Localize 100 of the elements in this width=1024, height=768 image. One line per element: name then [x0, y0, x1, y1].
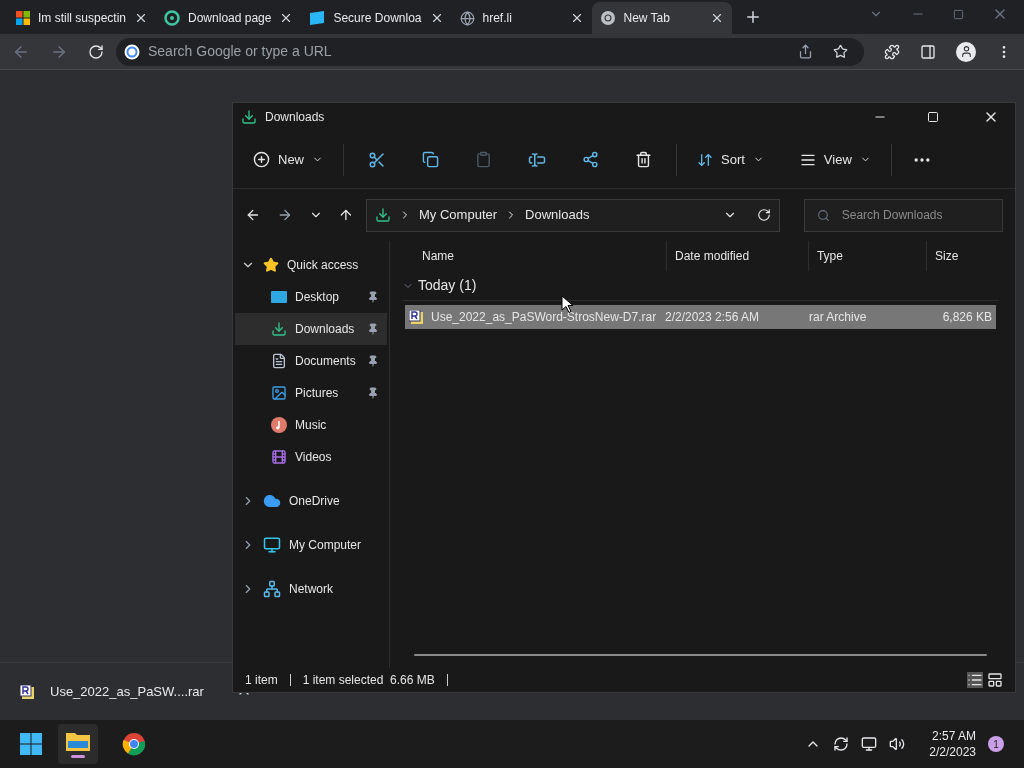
browser-tab[interactable]: Download page: [156, 2, 302, 34]
pin-icon[interactable]: [367, 323, 379, 335]
maximize-icon[interactable]: [927, 111, 939, 123]
tab-title: Secure Downloa: [333, 10, 422, 27]
side-panel-icon[interactable]: [920, 43, 936, 60]
browser-tab[interactable]: New Tab: [591, 2, 732, 34]
share-icon[interactable]: [582, 151, 599, 168]
download-file-name[interactable]: Use_2022_as_PaSW....rar: [50, 681, 204, 702]
sort-button[interactable]: Sort: [689, 143, 772, 176]
window-title: Downloads: [265, 109, 326, 126]
type-cell-text: rar Archive: [809, 309, 868, 326]
search-field[interactable]: Search Downloads: [803, 198, 1003, 232]
details-view-icon[interactable]: [967, 672, 983, 688]
column-header[interactable]: Type: [807, 241, 927, 271]
archive-icon: [20, 684, 34, 699]
paste-icon[interactable]: [475, 151, 492, 168]
browser-tab[interactable]: Im still suspectin: [8, 2, 157, 34]
view-button[interactable]: View: [791, 143, 879, 176]
group-label: Today (1): [418, 276, 477, 295]
google-icon: [124, 43, 140, 60]
column-header[interactable]: Name: [398, 247, 667, 265]
download-icon: [241, 109, 257, 125]
refresh-icon[interactable]: [756, 208, 771, 222]
archive-icon: [409, 310, 423, 324]
film-icon: [271, 449, 287, 465]
preview-view-icon[interactable]: [987, 672, 1003, 688]
profile-avatar[interactable]: [956, 41, 976, 62]
pin-icon[interactable]: [367, 387, 379, 399]
clock-date[interactable]: 2/2/2023: [929, 744, 976, 760]
address-bar[interactable]: My Computer Downloads: [366, 198, 780, 232]
column-header[interactable]: Size: [926, 241, 1003, 271]
clock-time[interactable]: 2:57 AM: [931, 728, 976, 744]
breadcrumb[interactable]: Downloads: [525, 205, 590, 225]
nav-item[interactable]: Documents: [235, 345, 387, 377]
ring-icon: [164, 10, 181, 26]
copy-icon[interactable]: [422, 151, 439, 168]
tab-title: Im still suspectin: [38, 10, 127, 27]
rename-icon[interactable]: [528, 150, 546, 169]
size-cell-text: 6,826 KB: [941, 309, 993, 326]
plus-circle-icon: [253, 151, 270, 168]
group-header[interactable]: Today (1): [402, 271, 999, 301]
nav-item[interactable]: Network: [233, 573, 389, 605]
notification-count[interactable]: 1: [988, 736, 1004, 752]
new-button[interactable]: New: [245, 143, 331, 176]
delete-icon[interactable]: [635, 151, 652, 168]
speaker-icon[interactable]: [889, 736, 906, 752]
item-count: 1 item: [245, 672, 278, 689]
tab-title: Download page: [188, 10, 272, 27]
cut-icon[interactable]: [368, 150, 386, 169]
pin-icon[interactable]: [367, 355, 379, 367]
network-monitor-icon[interactable]: [861, 736, 878, 752]
chrome-icon[interactable]: [122, 732, 146, 756]
nav-item[interactable]: Quick access: [233, 249, 389, 281]
nav-item[interactable]: OneDrive: [233, 485, 389, 517]
chrome-icon: [599, 10, 616, 26]
nav-item[interactable]: Music: [235, 409, 387, 441]
cloud-icon: [263, 492, 281, 510]
column-header[interactable]: Date modified: [666, 241, 808, 271]
document-icon: [271, 353, 287, 369]
nav-item[interactable]: Downloads: [235, 313, 387, 345]
nav-item[interactable]: Desktop: [235, 281, 387, 313]
back-icon[interactable]: [245, 207, 261, 223]
bookmark-star-icon[interactable]: [833, 44, 848, 59]
pin-icon[interactable]: [367, 291, 379, 303]
file-explorer-taskbar-button[interactable]: [58, 724, 98, 764]
extensions-icon[interactable]: [884, 43, 900, 60]
nav-item[interactable]: Pictures: [235, 377, 387, 409]
reload-icon[interactable]: [88, 43, 104, 60]
mouse-cursor-icon: [561, 295, 573, 313]
browser-tab[interactable]: Secure Downloa: [301, 2, 452, 34]
folder-icon: [66, 730, 90, 751]
sync-icon[interactable]: [833, 736, 850, 752]
tab-title: New Tab: [623, 10, 671, 27]
selection-info: 1 item selected 6.66 MB: [302, 672, 435, 689]
globe-icon: [459, 10, 475, 26]
network-icon: [263, 580, 281, 598]
desktop-icon: [271, 290, 287, 304]
download-icon: [271, 321, 287, 337]
browser-tab[interactable]: href.li: [451, 2, 592, 34]
sort-arrows-icon: [697, 151, 713, 168]
restore-icon[interactable]: [953, 8, 964, 20]
search-placeholder: Search Downloads: [841, 207, 943, 224]
monitor-icon: [263, 536, 281, 554]
file-name: Use_2022_as_PaSWord-StrosNew-D7.rar: [431, 309, 657, 326]
download-icon: [375, 207, 392, 223]
address-placeholder: Search Google or type a URL: [148, 42, 333, 61]
windows-logo-icon: [16, 11, 30, 25]
share-icon[interactable]: [798, 44, 813, 59]
star-icon: [263, 257, 279, 273]
start-icon[interactable]: [20, 733, 42, 755]
tab-title: href.li: [482, 10, 513, 27]
nav-item[interactable]: Videos: [235, 441, 387, 473]
picture-icon: [271, 385, 287, 401]
breadcrumb[interactable]: My Computer: [419, 205, 498, 225]
search-icon: [816, 208, 830, 222]
music-note-icon: [271, 417, 287, 433]
cube-icon: [309, 10, 326, 26]
date-cell-text: 2/2/2023 2:56 AM: [665, 309, 761, 326]
address-bar[interactable]: Search Google or type a URL: [116, 37, 864, 66]
nav-item[interactable]: My Computer: [233, 529, 389, 561]
